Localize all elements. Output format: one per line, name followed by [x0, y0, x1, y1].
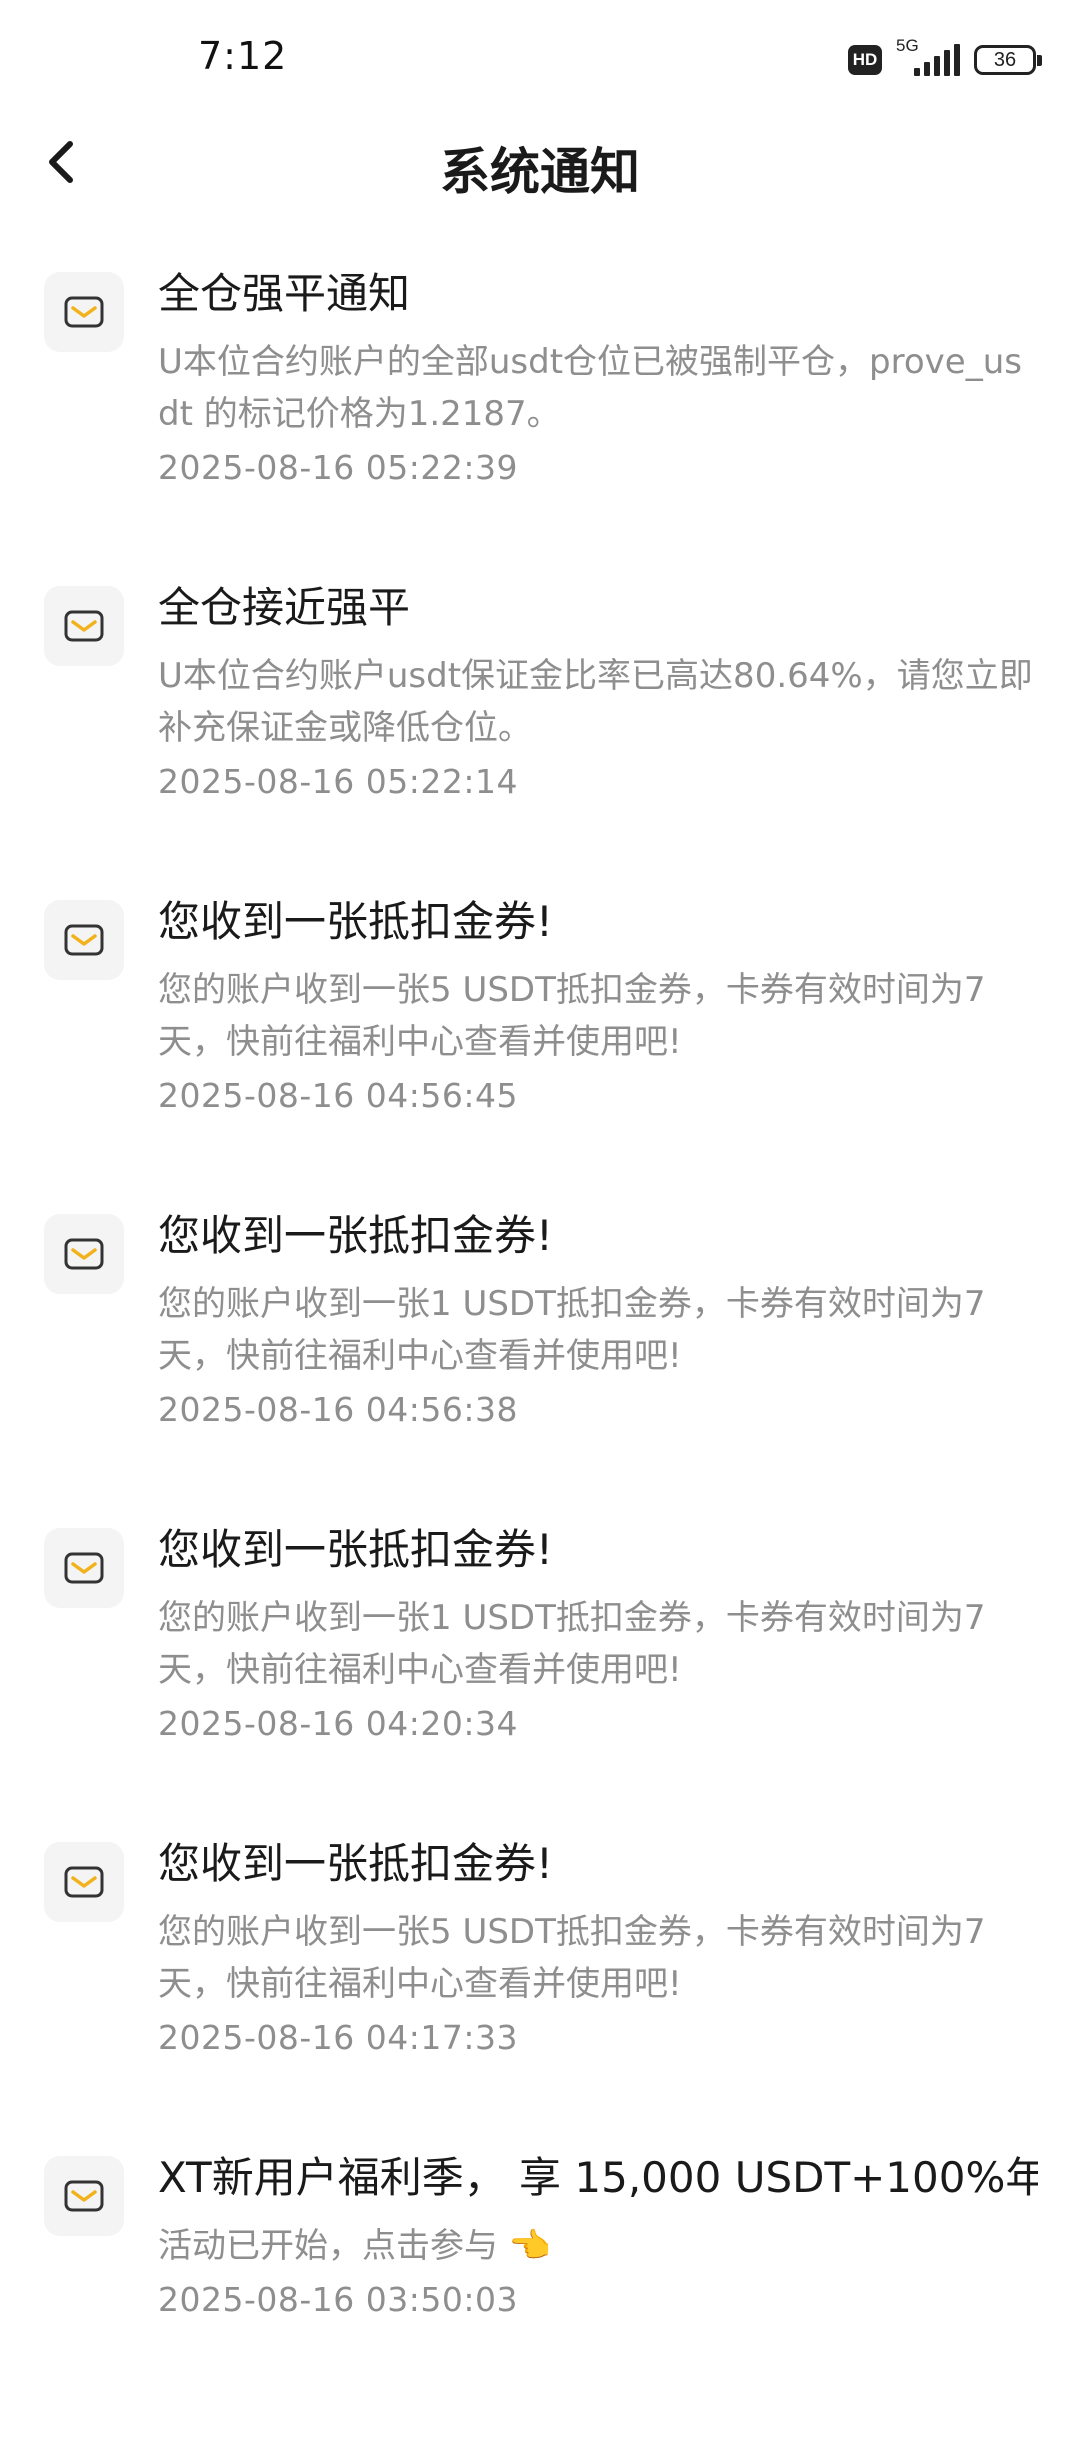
notification-icon-box: [44, 1842, 124, 1922]
notification-icon-box: [44, 272, 124, 352]
envelope-icon: [64, 1866, 104, 1898]
notification-item[interactable]: 您收到一张抵扣金券! 您的账户收到一张5 USDT抵扣金券，卡券有效时间为7天，…: [0, 894, 1080, 1208]
notification-item[interactable]: 您收到一张抵扣金券! 您的账户收到一张5 USDT抵扣金券，卡券有效时间为7天，…: [0, 1836, 1080, 2150]
envelope-icon: [64, 296, 104, 328]
envelope-icon: [64, 610, 104, 642]
envelope-icon: [64, 2180, 104, 2212]
notification-body: 活动已开始，点击参与 👈: [158, 2226, 552, 2266]
notification-item[interactable]: 您收到一张抵扣金券! 您的账户收到一张1 USDT抵扣金券，卡券有效时间为7天，…: [0, 1522, 1080, 1836]
notification-item[interactable]: 全仓接近强平 U本位合约账户usdt保证金比率已高达80.64%，请您立即补充保…: [0, 580, 1080, 894]
notification-content: 全仓接近强平 U本位合约账户usdt保证金比率已高达80.64%，请您立即补充保…: [158, 580, 1038, 804]
notification-content: 您收到一张抵扣金券! 您的账户收到一张1 USDT抵扣金券，卡券有效时间为7天，…: [158, 1522, 1038, 1746]
notification-icon-box: [44, 2156, 124, 2236]
notification-time: 2025-08-16 04:17:33: [158, 2018, 518, 2057]
notification-title: 您收到一张抵扣金券!: [158, 1211, 553, 1260]
notification-icon-box: [44, 1528, 124, 1608]
notification-content: 全仓强平通知 U本位合约账户的全部usdt仓位已被强制平仓，prove_usdt…: [158, 266, 1038, 490]
signal-bars: [914, 44, 960, 76]
battery-level: 36: [993, 48, 1017, 71]
notification-body: U本位合约账户的全部usdt仓位已被强制平仓，prove_usdt 的标记价格为…: [158, 342, 1022, 434]
cellular-signal-icon: 5G: [896, 36, 960, 80]
notification-title: 全仓接近强平: [158, 583, 411, 632]
notification-body: 您的账户收到一张5 USDT抵扣金券，卡券有效时间为7天，快前往福利中心查看并使…: [158, 1912, 986, 2004]
envelope-icon: [64, 1552, 104, 1584]
notification-item[interactable]: XT新用户福利季， 享 15,000 USDT+100%年化 活动已开始，点击参…: [0, 2150, 1080, 2464]
notification-item[interactable]: 全仓强平通知 U本位合约账户的全部usdt仓位已被强制平仓，prove_usdt…: [0, 266, 1080, 580]
notification-icon-box: [44, 586, 124, 666]
notification-time: 2025-08-16 05:22:39: [158, 448, 518, 487]
notification-content: 您收到一张抵扣金券! 您的账户收到一张5 USDT抵扣金券，卡券有效时间为7天，…: [158, 1836, 1038, 2060]
notification-content: 您收到一张抵扣金券! 您的账户收到一张1 USDT抵扣金券，卡券有效时间为7天，…: [158, 1208, 1038, 1432]
notification-body: 您的账户收到一张1 USDT抵扣金券，卡券有效时间为7天，快前往福利中心查看并使…: [158, 1598, 986, 1690]
notification-content: XT新用户福利季， 享 15,000 USDT+100%年化 活动已开始，点击参…: [158, 2150, 1038, 2322]
notification-title: XT新用户福利季， 享 15,000 USDT+100%年化: [158, 2153, 1038, 2202]
status-time: 7:12: [198, 34, 288, 78]
notification-title: 您收到一张抵扣金券!: [158, 1525, 553, 1574]
notification-time: 2025-08-16 05:22:14: [158, 762, 518, 801]
notification-title: 您收到一张抵扣金券!: [158, 1839, 553, 1888]
notification-icon-box: [44, 1214, 124, 1294]
page-title: 系统通知: [440, 143, 640, 201]
notification-time: 2025-08-16 03:50:03: [158, 2280, 518, 2319]
notification-list: 全仓强平通知 U本位合约账户的全部usdt仓位已被强制平仓，prove_usdt…: [0, 266, 1080, 2464]
notification-title: 全仓强平通知: [158, 269, 411, 318]
status-bar: 7:12 HD 5G 36: [0, 0, 1080, 118]
envelope-icon: [64, 1238, 104, 1270]
notification-time: 2025-08-16 04:56:38: [158, 1390, 518, 1429]
status-indicators: HD 5G 36: [848, 36, 1042, 80]
notification-icon-box: [44, 900, 124, 980]
notification-title: 您收到一张抵扣金券!: [158, 897, 553, 946]
notification-body: U本位合约账户usdt保证金比率已高达80.64%，请您立即补充保证金或降低仓位…: [158, 656, 1033, 748]
battery-icon: 36: [974, 45, 1042, 75]
envelope-icon: [64, 924, 104, 956]
notification-time: 2025-08-16 04:56:45: [158, 1076, 518, 1115]
notification-body: 您的账户收到一张1 USDT抵扣金券，卡券有效时间为7天，快前往福利中心查看并使…: [158, 1284, 986, 1376]
nav-bar: 系统通知: [0, 118, 1080, 210]
notification-content: 您收到一张抵扣金券! 您的账户收到一张5 USDT抵扣金券，卡券有效时间为7天，…: [158, 894, 1038, 1118]
notification-time: 2025-08-16 04:20:34: [158, 1704, 518, 1743]
hd-badge: HD: [848, 45, 882, 75]
notification-body: 您的账户收到一张5 USDT抵扣金券，卡券有效时间为7天，快前往福利中心查看并使…: [158, 970, 986, 1062]
notification-item[interactable]: 您收到一张抵扣金券! 您的账户收到一张1 USDT抵扣金券，卡券有效时间为7天，…: [0, 1208, 1080, 1522]
